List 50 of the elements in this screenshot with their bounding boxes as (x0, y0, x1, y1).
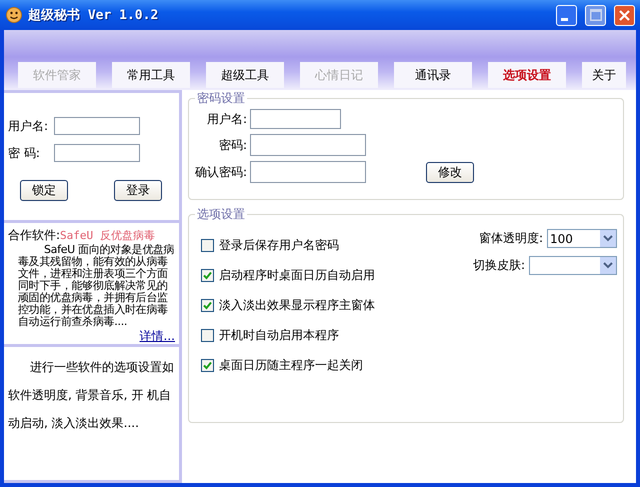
minimize-button[interactable] (556, 4, 577, 26)
dropdown[interactable] (529, 256, 617, 275)
close-icon (619, 10, 630, 20)
chevron-down-icon (600, 257, 616, 274)
checkbox-label: 启动程序时桌面日历自动启用 (219, 267, 375, 284)
tab[interactable]: 通讯录 (394, 62, 472, 88)
checkbox[interactable] (201, 239, 214, 252)
maximize-button[interactable] (585, 4, 606, 26)
chevron-down-icon (600, 230, 616, 247)
field-label: 密码: (218, 136, 248, 154)
field-label: 确认密码: (195, 164, 248, 180)
checkbox[interactable] (201, 269, 214, 282)
group-title: 选项设置 (196, 206, 246, 223)
field-label: 用户名: (206, 110, 248, 128)
details-link[interactable]: 详情... (140, 328, 175, 345)
minimize-icon (561, 18, 568, 20)
checkbox-label: 淡入淡出效果显示程序主窗体 (219, 297, 375, 314)
checkbox[interactable] (201, 299, 214, 312)
input-field[interactable] (250, 109, 342, 129)
input-field[interactable] (54, 117, 140, 135)
smiley-icon (6, 7, 22, 23)
checkbox[interactable] (201, 359, 214, 372)
dropdown-label: 窗体透明度: (478, 230, 543, 247)
input-field[interactable] (250, 134, 366, 156)
button[interactable]: 登录 (114, 180, 162, 201)
product-name: SafeU 反优盘病毒 (60, 229, 155, 242)
tab[interactable]: 选项设置 (488, 62, 566, 88)
checkbox-label: 桌面日历随主程序一起关闭 (219, 357, 363, 374)
button[interactable]: 锁定 (20, 180, 68, 201)
dropdown-value: 100 (549, 232, 573, 246)
maximize-icon (590, 9, 602, 21)
product-description: SafeU 面向的对象是优盘病毒及其残留物，能有效的从病毒文件，进程和注册表项三个方面同时下手，能够彻底解决常见的顽固的优盘病毒，并拥有后台监控功能，并在优盘插入时在病毒自动运行前查杀病毒.... (17, 244, 175, 328)
checkbox[interactable] (201, 329, 214, 342)
window-title: 超级秘书 Ver 1.0.2 (28, 7, 158, 24)
partner-label: 合作软件: (8, 228, 60, 242)
tab[interactable]: 关于 (582, 62, 626, 88)
modify-button[interactable]: 修改 (426, 162, 474, 182)
field-label: 密 码: (8, 144, 41, 162)
dropdown-label: 切换皮肤: (472, 257, 525, 274)
input-field[interactable] (250, 161, 366, 183)
input-field[interactable] (54, 144, 140, 162)
group-title: 密码设置 (196, 90, 246, 107)
checkbox-label: 开机时自动启用本程序 (219, 327, 339, 344)
dropdown[interactable]: 100 (547, 229, 617, 248)
checkbox-label: 登录后保存用户名密码 (219, 237, 339, 254)
tab[interactable]: 超级工具 (206, 62, 284, 88)
tab[interactable]: 常用工具 (112, 62, 190, 88)
close-button[interactable] (614, 4, 635, 26)
field-label: 用户名: (8, 118, 50, 134)
help-text: 进行一些软件的选项设置如软件透明度, 背景音乐, 开 机自动启动, 淡入淡出效果.... (8, 359, 175, 432)
